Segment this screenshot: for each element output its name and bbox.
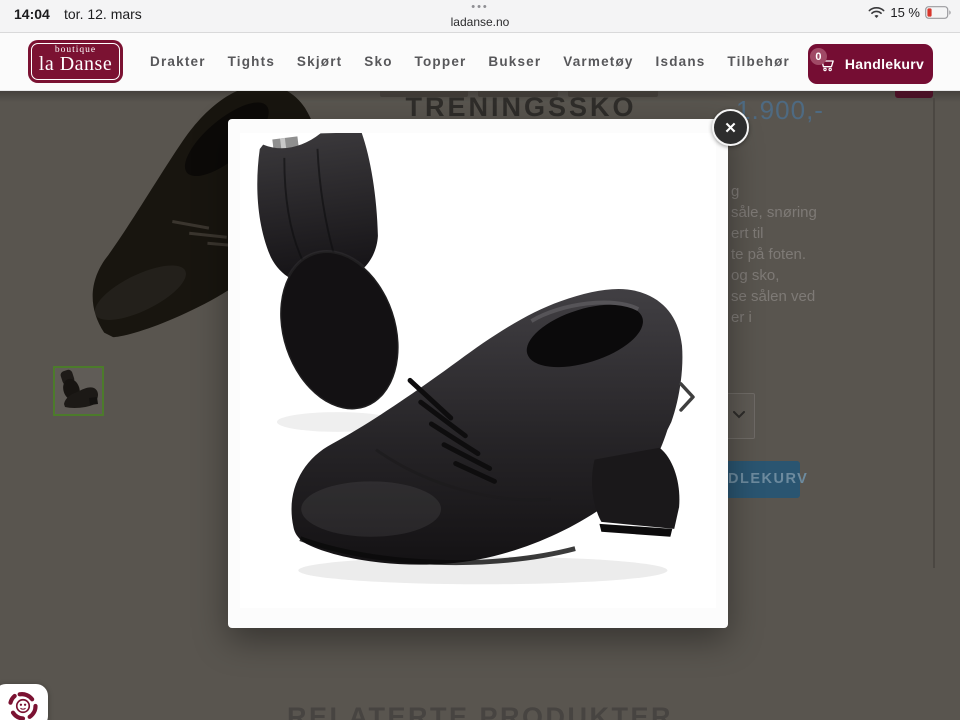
battery-icon — [925, 6, 951, 19]
content-column-border — [933, 98, 935, 568]
menu-item-skjort[interactable]: Skjørt — [297, 54, 342, 69]
description-line: og sko, — [731, 267, 780, 284]
cart-button-label: Handlekurv — [844, 56, 925, 72]
description-line: te på foten. — [731, 246, 807, 263]
close-icon[interactable]: ✕ — [712, 109, 749, 146]
wifi-icon — [868, 6, 885, 19]
nav-bar: boutique la Danse Drakter Tights Skjørt … — [0, 32, 960, 91]
menu-item-tights[interactable]: Tights — [228, 54, 275, 69]
battery-percent: 15 % — [890, 5, 920, 20]
related-products-heading: RELATERTE PRODUKTER — [286, 702, 673, 720]
description-line: ert til — [731, 225, 764, 242]
menu-item-drakter[interactable]: Drakter — [150, 54, 206, 69]
menu-item-tilbehor[interactable]: Tilbehør — [727, 54, 790, 69]
screen: TRENINGSSKO 1.900,- g såle, snøring ert … — [0, 0, 960, 720]
description-line: se sålen ved — [731, 288, 816, 305]
clipped-header-element — [895, 90, 933, 98]
product-price: 1.900,- — [736, 95, 824, 125]
description-line: er i — [731, 309, 752, 326]
chevron-down-icon — [733, 411, 745, 419]
image-lightbox-modal — [228, 119, 728, 628]
thumbnail-image — [60, 369, 98, 408]
rose-logo-icon — [8, 692, 38, 720]
product-thumbnail[interactable] — [53, 366, 104, 416]
cart-button[interactable]: 0 Handlekurv — [808, 44, 933, 84]
description-line: g — [731, 183, 740, 200]
menu-item-topper[interactable]: Topper — [415, 54, 467, 69]
next-image-arrow-icon[interactable] — [678, 382, 696, 412]
cart-badge: 0 — [809, 48, 827, 65]
menu-item-bukser[interactable]: Bukser — [488, 54, 541, 69]
description-line: såle, snøring — [731, 204, 817, 221]
logo-text-main: la Danse — [38, 53, 113, 75]
main-menu: Drakter Tights Skjørt Sko Topper Bukser … — [150, 32, 790, 90]
address-url[interactable]: ladanse.no — [0, 15, 960, 29]
site-logo[interactable]: boutique la Danse — [28, 40, 123, 83]
menu-item-varmetoy[interactable]: Varmetøy — [563, 54, 633, 69]
add-to-cart-label: DLEKURV — [728, 471, 809, 487]
tab-overview-dots[interactable]: ••• — [0, 1, 960, 13]
lightbox-image — [240, 133, 716, 608]
menu-item-sko[interactable]: Sko — [364, 54, 392, 69]
product-description: g såle, snøring ert til te på foten. og … — [731, 181, 931, 328]
menu-item-isdans[interactable]: Isdans — [656, 54, 706, 69]
status-bar: 14:04 tor. 12. mars ••• ladanse.no 15 % — [0, 0, 960, 33]
brand-widget[interactable] — [0, 684, 48, 720]
